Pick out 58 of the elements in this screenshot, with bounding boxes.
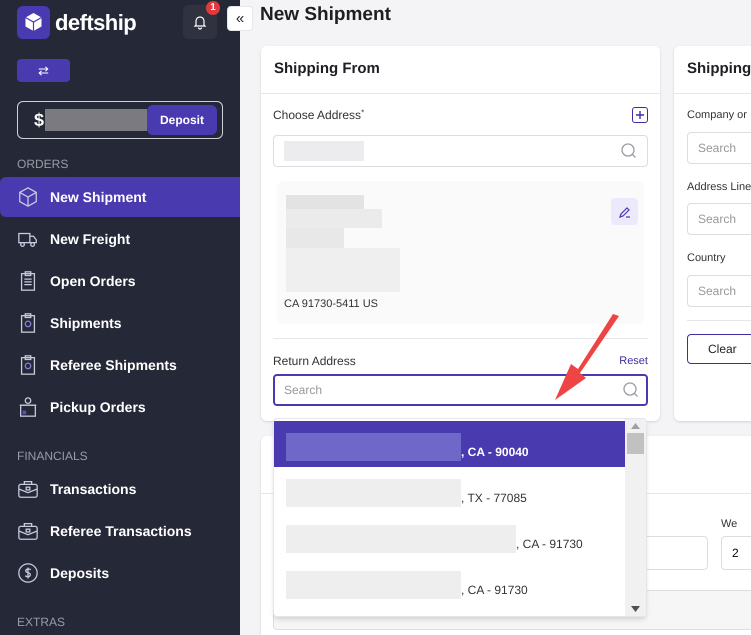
return-address-search-field[interactable]: Search [273,374,648,406]
sidebar-item[interactable]: Deposits [0,553,240,593]
sidebar-item[interactable]: Transactions [0,469,240,509]
option-text: , CA - 90040 [461,444,529,461]
address-line: CA 91730-5411 US [284,297,379,312]
section-heading: FINANCIALS [17,448,89,465]
notification-badge: 1 [206,1,220,15]
option-text: , CA - 91730 [461,582,528,599]
field-label: Return Address [273,353,356,370]
dropdown-option[interactable]: , CA - 90040 [274,421,625,467]
search-field[interactable]: Search [687,132,751,164]
option-text: , TX - 77085 [461,490,527,507]
briefcase-icon [17,478,39,500]
field-label: Address Line [687,180,751,194]
scroll-down-icon [631,606,640,612]
parcel-clock-icon [17,396,39,418]
option-text: , CA - 91730 [516,536,583,553]
plus-icon [635,110,645,120]
scrollbar[interactable] [625,419,646,616]
dollar-coin-icon [17,562,39,584]
collapse-button[interactable]: « [227,6,253,31]
deposit-button[interactable]: Deposit [146,105,217,136]
scrollbar-thumb[interactable] [627,433,644,454]
edit-button[interactable] [611,198,638,225]
field-label: We [721,517,738,530]
search-field[interactable]: Search [687,274,751,306]
sidebar-item[interactable]: Open Orders [0,261,240,301]
section-heading: ORDERS [17,156,70,173]
currency-sign: $ [34,108,44,132]
address-search-field[interactable] [273,135,648,167]
field-label: Country [687,251,727,266]
sidebar-item[interactable]: Pickup Orders [0,387,240,427]
page-title: New Shipment [259,3,392,27]
search-field[interactable]: Search [687,203,751,235]
scroll-up-icon [631,423,640,429]
box-icon [17,186,39,208]
brand-name: deftship [55,8,136,37]
sidebar-item[interactable]: New Freight [0,219,240,259]
add-address-button[interactable] [632,107,648,123]
field-label: Choose Address$^{*}$ [273,107,364,124]
card-title: Shipping From [261,46,660,94]
field-label: Company or [687,108,748,123]
switch-button[interactable]: ⇄ [17,59,70,82]
reset-link[interactable]: Reset [619,352,648,370]
bell-icon [192,14,208,30]
search-icon [621,143,637,159]
search-icon [623,382,639,398]
sidebar-item[interactable]: New Shipment [0,177,240,217]
pencil-icon [618,204,632,218]
briefcase-icon [17,520,39,542]
card-title: Shipping [674,46,751,94]
input-field[interactable]: 2 [721,536,751,570]
clear-button[interactable]: Clear [687,334,751,364]
sidebar-item[interactable]: Referee Transactions [0,511,240,551]
section-heading: EXTRAS [17,614,66,631]
sidebar-item[interactable]: Referee Shipments [0,345,240,385]
sidebar-item[interactable]: Shipments [0,303,240,343]
logo-cube-icon [17,6,50,38]
